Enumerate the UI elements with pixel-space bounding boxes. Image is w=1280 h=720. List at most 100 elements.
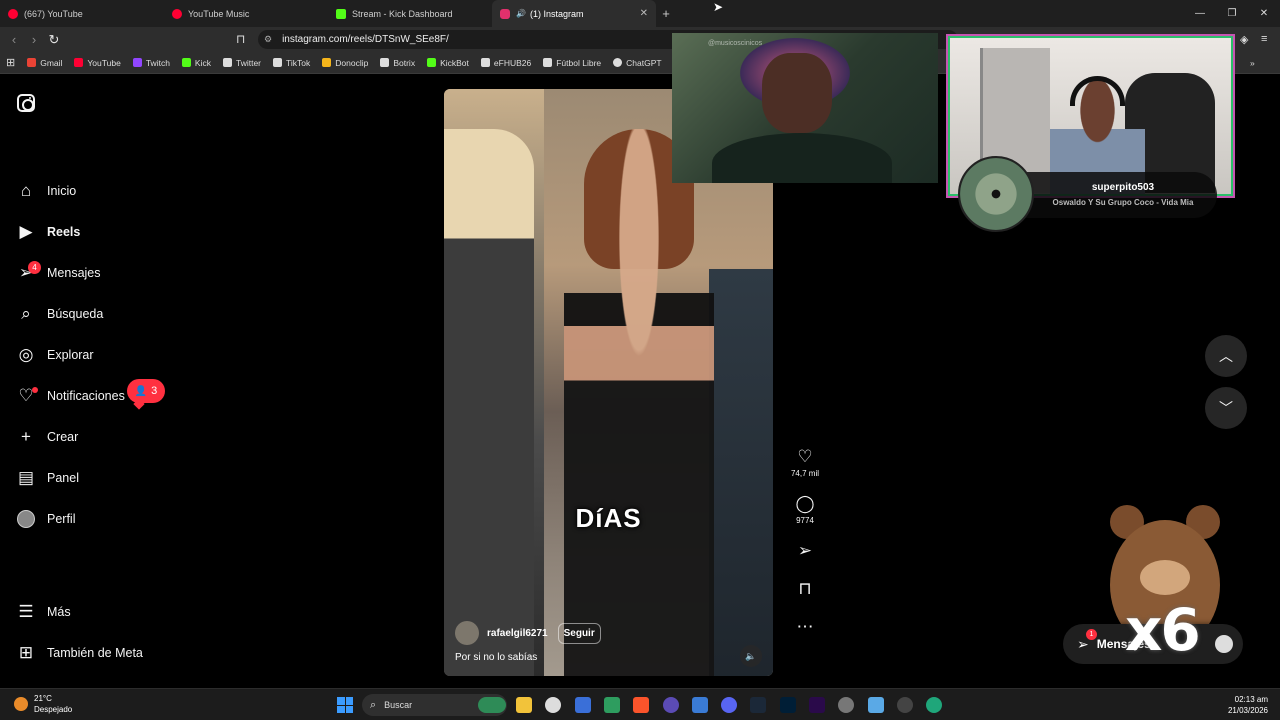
comment-icon[interactable]: ◯ [790,494,820,514]
sidebar-item-reels[interactable]: ▶ Reels [16,220,80,244]
close-tab-icon[interactable]: ✕ [640,8,648,19]
youtube-icon [8,8,18,19]
send-icon[interactable]: ➢ [790,541,820,561]
menu-icon[interactable]: ≡ [1261,33,1267,45]
send-icon: ➢ 1 [1077,628,1097,653]
sidebar-item-tambien-de-meta[interactable]: ⊞ También de Meta [16,641,143,665]
mouse-cursor-icon: ➤ [713,0,724,14]
heart-icon: ♡ [16,386,38,406]
notepad-icon[interactable] [868,697,884,713]
apps-grid-icon[interactable]: ⊞ [6,56,15,69]
avatar [16,509,36,529]
bookmark-gmail[interactable]: Gmail [27,58,62,68]
tab-youtube-music[interactable]: YouTube Music [164,0,328,27]
bookmark-tiktok[interactable]: TikTok [273,58,310,68]
home-icon: ⌂ [20,181,32,200]
browser-tabbar: (667) YouTube YouTube Music Stream - Kic… [0,0,1280,27]
file-explorer-icon[interactable] [516,697,532,713]
next-reel-button[interactable]: ﹀ [1205,387,1247,429]
discord-icon[interactable] [721,697,737,713]
tab-youtube[interactable]: (667) YouTube [0,0,164,27]
more-icon[interactable]: ⋯ [790,617,820,637]
instagram-icon [500,8,510,19]
shield-icon[interactable]: ◈ [1240,33,1248,46]
media-player-icon[interactable] [897,697,913,713]
avatar[interactable] [455,621,479,645]
back-icon[interactable]: ‹ [4,32,24,47]
brave-icon[interactable] [633,697,649,713]
reload-icon[interactable]: ↻ [44,32,64,48]
previous-reel-button[interactable]: ︿ [1205,335,1247,377]
app-icon[interactable] [663,697,679,713]
user-icon: 👤 [134,385,148,397]
app-icon[interactable] [575,697,591,713]
bookmark-youtube[interactable]: YouTube [74,58,121,68]
calculator-icon[interactable] [692,697,708,713]
reel-username[interactable]: rafaelgil6271 [487,628,548,639]
search-icon: ⌕ [370,698,377,711]
webcam-guest-face [762,53,832,133]
bookmark-chatgpt[interactable]: ChatGPT [613,58,662,68]
maximize-button[interactable]: ❐ [1216,0,1248,27]
bookmark-icon[interactable]: ⊓ [790,579,820,599]
sidebar-item-mas[interactable]: ☰ Más [16,600,70,624]
tab-kick-dashboard[interactable]: Stream - Kick Dashboard [328,0,492,27]
sidebar-item-inicio[interactable]: ⌂ Inicio [16,179,76,203]
edge-icon[interactable] [926,697,942,713]
mute-button[interactable]: 🔈 [740,645,762,667]
bookmark-donoclip[interactable]: Donoclip [322,58,368,68]
copilot-icon[interactable] [478,697,506,713]
bookmark-twitter[interactable]: Twitter [222,58,261,68]
tab-instagram[interactable]: 🔊 (1) Instagram ✕ [492,0,656,27]
like-action[interactable]: ♡ 74,7 mil [790,447,820,478]
chrome-icon[interactable] [545,697,561,713]
forward-icon[interactable]: › [24,32,44,47]
weather-condition: Despejado [34,705,73,714]
site-settings-icon[interactable]: ⚙ [264,34,272,45]
new-tab-button[interactable]: + [656,6,676,21]
video-person-left [444,129,534,676]
app-icon[interactable] [604,697,620,713]
weather-widget[interactable]: 21°C Despejado [14,693,72,715]
instagram-logo-icon[interactable] [17,94,35,112]
sidebar-item-crear[interactable]: + Crear [16,425,78,449]
notifications-pill[interactable]: 👤 3 [127,379,165,403]
minimize-button[interactable]: — [1184,0,1216,27]
now-playing-song: Oswaldo Y Su Grupo Coco - Vida Mia [1052,198,1194,207]
sidebar-item-panel[interactable]: ▤ Panel [16,466,79,490]
date: 21/03/2026 [1227,706,1268,715]
bookmark-botrix[interactable]: Botrix [380,58,415,68]
messages-badge: 1 [1086,628,1097,640]
bookmark-twitch[interactable]: Twitch [132,58,170,68]
bookmark-kick[interactable]: Kick [181,58,211,68]
steam-icon[interactable] [750,697,766,713]
premiere-icon[interactable] [809,697,825,713]
heart-icon[interactable]: ♡ [790,447,820,467]
efhub-icon [480,58,490,67]
bookmark-page-icon[interactable]: ⊓ [236,32,245,46]
stream-webcam-guest: @musicoscinicos [672,33,938,183]
save-action[interactable]: ⊓ [790,579,820,599]
comment-action[interactable]: ◯ 9774 [790,494,820,525]
sidebar-item-explorar[interactable]: ◎ Explorar [16,343,94,367]
photoshop-icon[interactable] [780,697,796,713]
more-bookmarks-icon[interactable]: » [1250,58,1255,68]
follow-button[interactable]: Seguir [557,622,601,644]
combo-multiplier: x6 [1125,596,1201,664]
sidebar-item-mensajes[interactable]: ➢ 4 Mensajes [16,261,101,285]
settings-icon[interactable] [838,697,854,713]
avatar [1215,635,1233,653]
more-options-action[interactable]: ⋯ [790,617,820,637]
sidebar-item-perfil[interactable]: Perfil [16,507,75,531]
bookmark-efhub26[interactable]: eFHUB26 [480,58,531,68]
system-clock[interactable]: 02:13 am 21/03/2026 [1228,694,1268,716]
video-person-right [709,269,773,676]
bookmark-kickbot[interactable]: KickBot [427,58,469,68]
close-window-button[interactable]: ✕ [1248,0,1280,27]
sidebar-item-busqueda[interactable]: ⌕ Búsqueda [16,302,103,326]
windows-start-icon[interactable] [337,697,353,713]
sidebar-item-notificaciones[interactable]: ♡ Notificaciones [16,384,124,408]
bookmark-futbol-libre[interactable]: Fútbol Libre [543,58,601,68]
share-action[interactable]: ➢ [790,541,820,561]
screen: (667) YouTube YouTube Music Stream - Kic… [0,0,1280,720]
